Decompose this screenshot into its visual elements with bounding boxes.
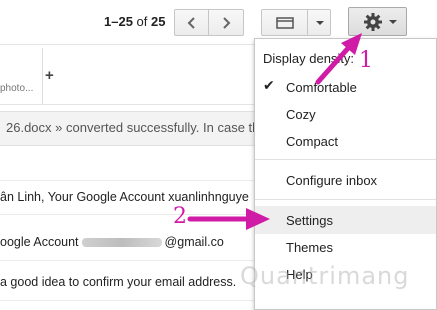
pagination-range: 1–25 — [104, 14, 133, 29]
check-icon: ✔ — [263, 77, 275, 93]
tab-label: photo... — [0, 83, 34, 94]
menu-item-label: Comfortable — [286, 80, 357, 95]
annotation-number-1: 1 — [359, 48, 373, 73]
redacted-email — [81, 238, 162, 248]
pagination-of: of — [136, 14, 148, 29]
row-snippet: oogle Account @gmail.co — [0, 235, 224, 249]
menu-item-label: Themes — [286, 240, 333, 255]
menu-divider — [255, 199, 436, 200]
row-snippet-end: @gmail.co — [164, 235, 224, 249]
menu-item-label: Cozy — [286, 107, 316, 122]
display-density-heading: Display density: — [263, 51, 355, 66]
density-icon — [276, 17, 294, 29]
row-snippet: a good idea to confirm your email addres… — [0, 275, 237, 289]
plus-icon[interactable]: + — [45, 67, 54, 84]
row-snippet: ân Linh, Your Google Account xuanlinhngu… — [0, 190, 249, 204]
newer-button[interactable] — [174, 9, 209, 36]
menu-item-configure-inbox[interactable]: Configure inbox — [255, 167, 436, 193]
chevron-right-icon — [223, 17, 231, 29]
menu-item-label: Settings — [286, 213, 333, 228]
settings-gear-button[interactable] — [348, 7, 407, 36]
older-button[interactable] — [208, 9, 244, 36]
menu-item-label: Configure inbox — [286, 173, 378, 188]
menu-item-label: Compact — [286, 134, 339, 149]
menu-divider — [255, 159, 436, 160]
pagination-count: 1–25 of 25 — [104, 14, 165, 29]
menu-item-compact[interactable]: Compact — [255, 128, 436, 154]
menu-item-themes[interactable]: Themes — [255, 234, 436, 260]
caret-down-icon — [389, 20, 397, 24]
chevron-left-icon — [187, 17, 195, 29]
gear-icon — [364, 13, 382, 31]
input-tools-dropdown[interactable] — [307, 9, 331, 36]
pagination-total: 25 — [151, 14, 166, 29]
inbox-tab[interactable]: photo... — [0, 48, 43, 104]
notification-text: 26.docx » converted successfully. In cas… — [6, 120, 260, 135]
caret-down-icon — [316, 21, 324, 25]
watermark-logo: Quantrimang — [240, 262, 410, 290]
input-tools-button[interactable] — [261, 9, 308, 36]
menu-item-settings[interactable]: Settings — [255, 206, 436, 234]
menu-item-cozy[interactable]: Cozy — [255, 101, 436, 127]
row-snippet-start: oogle Account — [0, 235, 79, 249]
menu-item-comfortable[interactable]: ✔ Comfortable — [255, 74, 436, 100]
annotation-number-2: 2 — [173, 204, 187, 229]
